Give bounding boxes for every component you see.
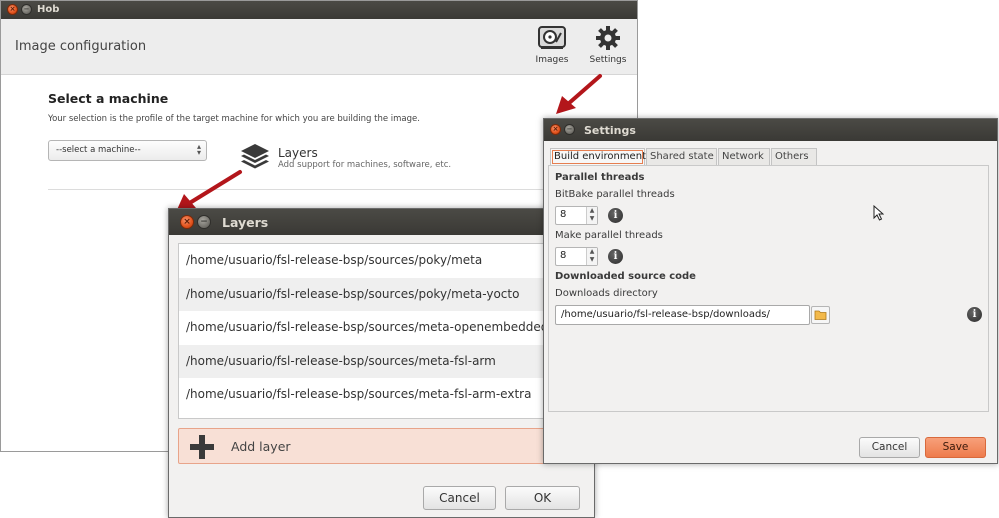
layers-description: Add support for machines, software, etc. — [278, 160, 452, 170]
layers-dialog: × − Layers /home/usuario/fsl-release-bsp… — [168, 208, 595, 518]
hard-disk-icon — [538, 26, 566, 49]
bitbake-threads-spinner[interactable]: 8 ▲ ▼ — [555, 206, 598, 225]
mouse-cursor-icon — [873, 205, 884, 221]
tab-build-environment[interactable]: Build environment — [550, 148, 646, 166]
bitbake-threads-value: 8 — [560, 209, 567, 220]
tab-shared-state[interactable]: Shared state — [646, 148, 717, 166]
close-icon[interactable]: × — [180, 215, 194, 229]
browse-folder-button[interactable] — [811, 306, 830, 324]
window-title: Hob — [37, 4, 60, 15]
settings-dialog-titlebar: × − Settings — [544, 119, 997, 141]
parallel-threads-heading: Parallel threads — [555, 172, 645, 183]
close-icon[interactable]: × — [550, 124, 561, 135]
layer-list[interactable]: /home/usuario/fsl-release-bsp/sources/po… — [178, 243, 593, 419]
cancel-button[interactable]: Cancel — [423, 486, 496, 510]
layer-row[interactable]: /home/usuario/fsl-release-bsp/sources/me… — [179, 378, 592, 412]
info-icon[interactable]: i — [608, 208, 623, 223]
close-icon[interactable]: × — [7, 4, 18, 15]
save-button[interactable]: Save — [925, 437, 986, 458]
annotation-arrow-to-layers — [176, 170, 242, 212]
folder-icon — [814, 310, 827, 320]
hob-titlebar: × − Hob — [1, 1, 637, 19]
spinner-arrows-icon[interactable]: ▲ ▼ — [586, 207, 597, 224]
downloads-dir-input[interactable]: /home/usuario/fsl-release-bsp/downloads/ — [555, 305, 810, 325]
spinner-arrows-icon[interactable]: ▲ ▼ — [586, 248, 597, 265]
layer-row[interactable]: /home/usuario/fsl-release-bsp/sources/me… — [179, 311, 592, 345]
select-machine-heading: Select a machine — [48, 91, 169, 106]
dialog-title: Settings — [584, 124, 636, 137]
make-threads-spinner[interactable]: 8 ▲ ▼ — [555, 247, 598, 266]
cancel-button[interactable]: Cancel — [859, 437, 920, 458]
images-label: Images — [535, 55, 569, 65]
page-title: Image configuration — [15, 39, 147, 54]
divider — [48, 189, 548, 190]
plus-icon — [190, 435, 214, 459]
layer-row[interactable]: /home/usuario/fsl-release-bsp/sources/po… — [179, 277, 592, 311]
layers-link[interactable]: Layers — [278, 146, 318, 160]
settings-label: Settings — [589, 55, 627, 65]
gear-icon — [596, 26, 620, 50]
layer-row[interactable]: /home/usuario/fsl-release-bsp/sources/me… — [179, 344, 592, 378]
settings-button[interactable]: Settings — [583, 25, 633, 65]
machine-select-value: --select a machine-- — [56, 145, 141, 155]
build-environment-panel: Parallel threads BitBake parallel thread… — [548, 165, 989, 412]
tab-others[interactable]: Others — [771, 148, 817, 166]
hob-header-bar: Image configuration Images Settings — [1, 19, 637, 75]
info-icon[interactable]: i — [608, 249, 623, 264]
add-layer-button[interactable]: Add layer — [178, 428, 593, 464]
layers-dialog-titlebar: × − Layers — [169, 209, 594, 235]
minimize-icon[interactable]: − — [564, 124, 575, 135]
make-threads-value: 8 — [560, 250, 567, 261]
ok-button[interactable]: OK — [505, 486, 580, 510]
tab-network[interactable]: Network — [718, 148, 770, 166]
images-button[interactable]: Images — [527, 25, 577, 65]
info-icon[interactable]: i — [967, 307, 982, 322]
minimize-icon[interactable]: − — [21, 4, 32, 15]
add-layer-label: Add layer — [231, 439, 291, 454]
annotation-arrow-to-settings — [556, 74, 602, 114]
downloaded-source-heading: Downloaded source code — [555, 271, 696, 282]
minimize-icon[interactable]: − — [197, 215, 211, 229]
downloads-dir-label: Downloads directory — [555, 288, 658, 299]
layer-row[interactable]: /home/usuario/fsl-release-bsp/sources/po… — [179, 244, 592, 278]
bitbake-threads-label: BitBake parallel threads — [555, 189, 675, 200]
make-threads-label: Make parallel threads — [555, 230, 663, 241]
updown-arrows-icon: ▴ ▾ — [196, 142, 201, 157]
machine-select[interactable]: --select a machine-- ▴ ▾ — [48, 140, 207, 161]
select-machine-description: Your selection is the profile of the tar… — [48, 114, 420, 124]
dialog-title: Layers — [222, 215, 269, 230]
settings-dialog: × − Settings Build environment Shared st… — [543, 118, 998, 464]
